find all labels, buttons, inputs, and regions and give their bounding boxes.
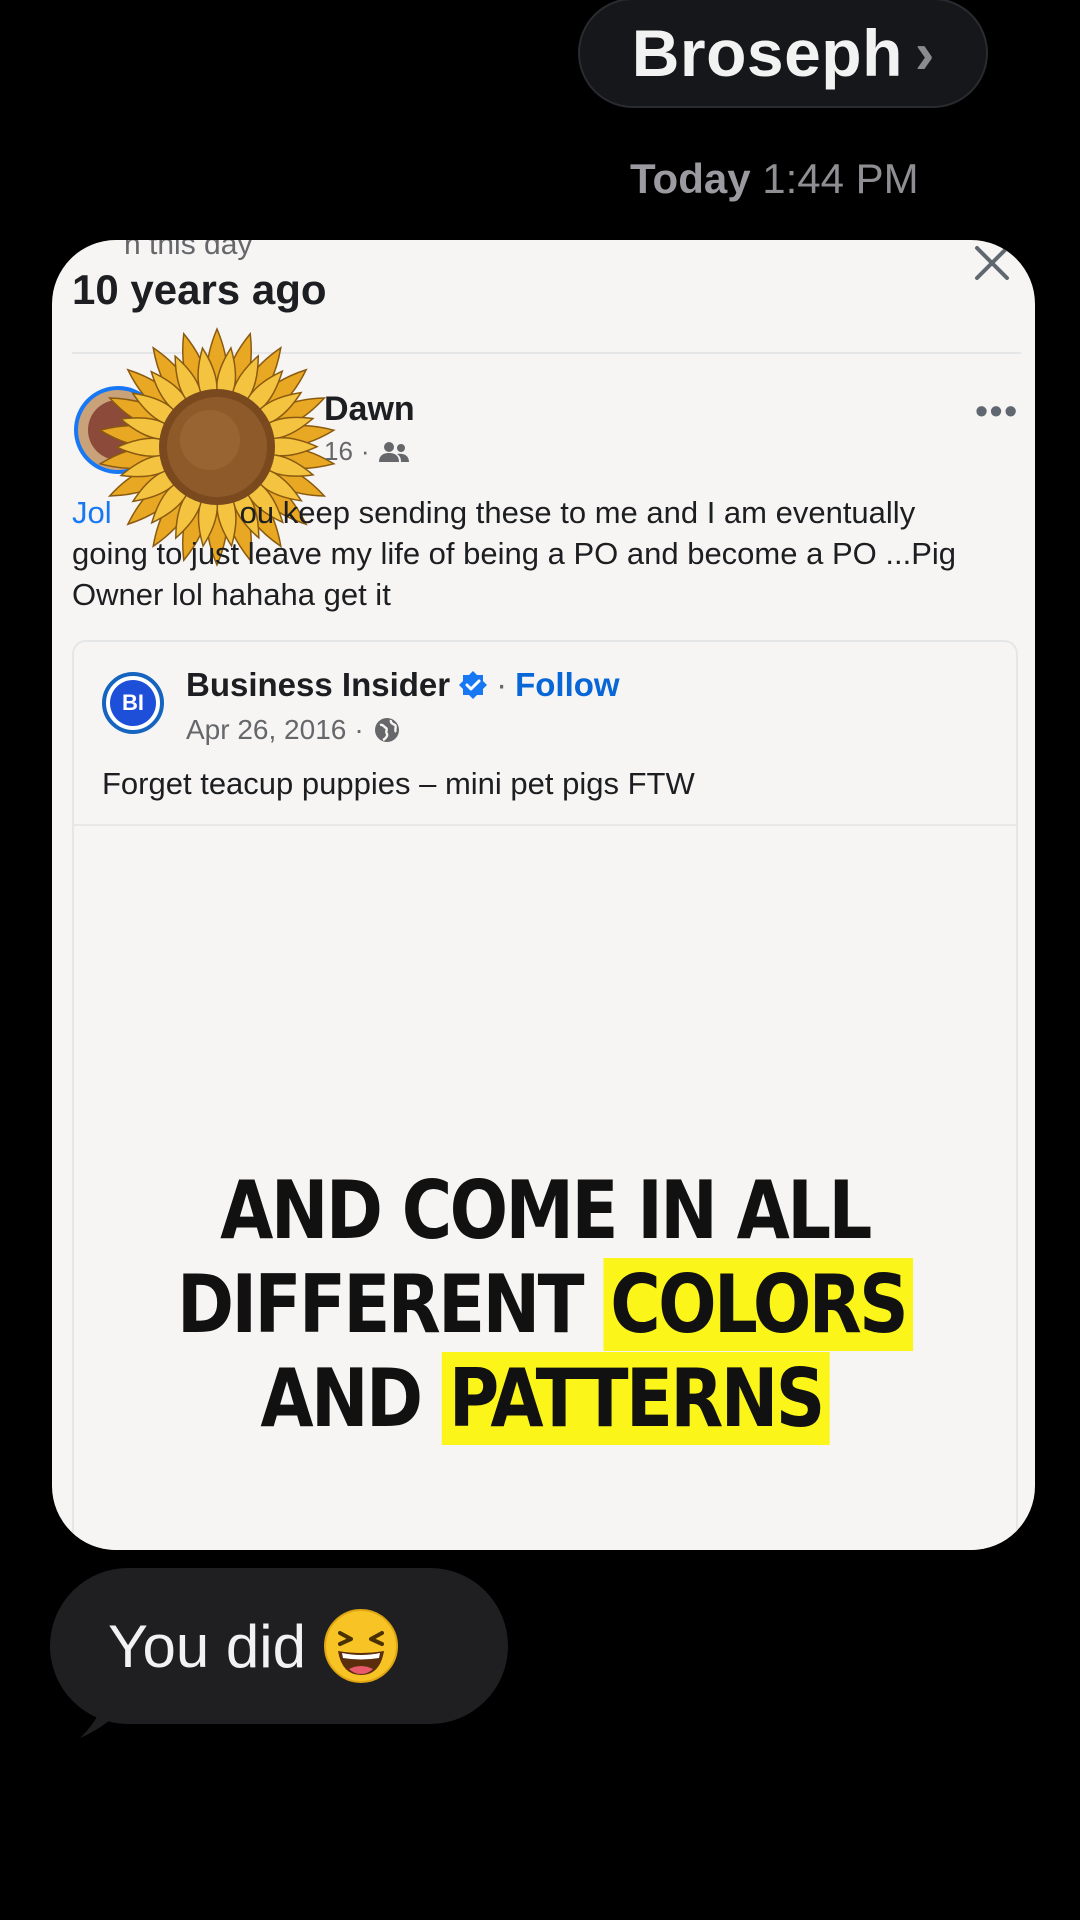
caption-line-2-plain: DIFFERENT <box>176 1258 585 1351</box>
verified-badge-icon <box>459 671 488 699</box>
separator-dot: · <box>496 666 508 703</box>
source-name[interactable]: Business Insider <box>186 666 450 704</box>
meta-separator: · <box>360 436 370 466</box>
media-divider <box>74 824 1016 826</box>
chevron-right-icon: › <box>914 20 935 86</box>
post-text: Jol ou keep sending these to me and I am … <box>72 492 992 615</box>
post-date: 16 <box>324 436 353 466</box>
memory-label: n this day <box>124 240 253 261</box>
timestamp-time: 1:44 PM <box>762 155 919 202</box>
grinning-squinting-face-emoji-icon <box>324 1609 398 1683</box>
contact-name: Broseph <box>631 16 903 90</box>
bubble-tail <box>80 1686 138 1738</box>
friends-icon <box>378 441 409 462</box>
video-caption-overlay: AND COME IN ALL DIFFERENT COLORS AND PAT… <box>140 1164 950 1446</box>
globe-icon <box>374 718 399 742</box>
memory-title: 10 years ago <box>72 266 327 313</box>
shared-post-caption: Forget teacup puppies – mini pet pigs FT… <box>102 766 695 801</box>
caption-line-3: AND PATTERNS <box>140 1352 950 1446</box>
source-header: Business Insider · Follow <box>186 666 620 704</box>
message-text: You did <box>108 1607 400 1685</box>
post-body: ou keep sending these to me and I am eve… <box>72 495 956 612</box>
caption-line-1: AND COME IN ALL <box>220 1164 872 1257</box>
follow-button[interactable]: Follow <box>515 666 619 704</box>
caption-highlight-colors: COLORS <box>603 1258 913 1351</box>
shared-screenshot-message[interactable]: n this day 10 years ago Dawn 16 · ••• Jo… <box>52 240 1035 1550</box>
post-meta: 16 · <box>324 436 410 467</box>
contact-header-button[interactable]: Broseph › <box>578 0 988 108</box>
meta-separator: · <box>354 714 364 745</box>
poster-name[interactable]: Dawn <box>324 390 415 429</box>
caption-line-3-plain: AND <box>260 1352 423 1445</box>
mention-link[interactable]: Jol <box>72 495 112 530</box>
shared-link-card[interactable]: BI Business Insider · Follow Apr 26, 201… <box>72 640 1018 1550</box>
caption-highlight-patterns: PATTERNS <box>441 1352 830 1445</box>
logo-text: BI <box>110 680 156 726</box>
shared-post-meta: Apr 26, 2016 · <box>186 714 402 746</box>
shared-post-date: Apr 26, 2016 <box>186 714 347 745</box>
close-icon[interactable] <box>969 240 1015 286</box>
business-insider-logo[interactable]: BI <box>102 672 164 734</box>
message-timestamp: Today 1:44 PM <box>630 155 919 203</box>
message-body: You did <box>108 1612 306 1680</box>
caption-line-2: DIFFERENT COLORS <box>140 1258 950 1352</box>
more-options-icon[interactable]: ••• <box>975 390 1019 432</box>
timestamp-day: Today <box>630 155 751 202</box>
